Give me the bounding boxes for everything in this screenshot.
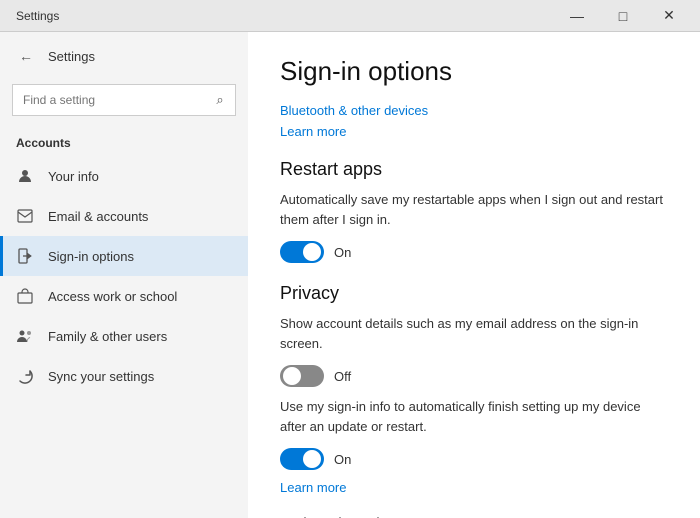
privacy-toggle1[interactable] (280, 365, 324, 387)
sidebar-item-email-accounts[interactable]: Email & accounts (0, 196, 248, 236)
search-icon: ⌕ (216, 92, 223, 108)
sidebar-item-label: Email & accounts (48, 209, 148, 224)
toggle-knob (303, 243, 321, 261)
sidebar-section-label: Accounts (0, 128, 248, 156)
privacy-toggle2[interactable] (280, 448, 324, 470)
sidebar-nav-top: ← Settings (0, 32, 248, 80)
back-button[interactable]: ← (12, 42, 40, 70)
sidebar-item-label: Family & other users (48, 329, 167, 344)
sidebar-item-family-users[interactable]: Family & other users (0, 316, 248, 356)
sidebar-search: ⌕ (12, 84, 236, 116)
privacy-toggle2-label: On (334, 452, 351, 467)
sign-in-icon (16, 247, 34, 265)
privacy-description1: Show account details such as my email ad… (280, 314, 668, 353)
privacy-toggle1-row: Off (280, 365, 668, 387)
email-icon (16, 207, 34, 225)
sidebar-item-sign-in[interactable]: Sign-in options (0, 236, 248, 276)
family-icon (16, 327, 34, 345)
sidebar-item-label: Access work or school (48, 289, 177, 304)
sidebar-item-label: Sync your settings (48, 369, 154, 384)
learn-more-top-link[interactable]: Learn more (280, 124, 668, 139)
maximize-button[interactable]: □ (600, 0, 646, 32)
privacy-title: Privacy (280, 283, 668, 304)
learn-more-privacy-link[interactable]: Learn more (280, 480, 668, 495)
title-bar-controls: — □ ✕ (554, 0, 692, 32)
search-input[interactable] (12, 84, 236, 116)
minimize-button[interactable]: — (554, 0, 600, 32)
bluetooth-link[interactable]: Bluetooth & other devices (280, 103, 668, 118)
sidebar: ← Settings ⌕ Accounts Your info (0, 32, 248, 518)
sidebar-item-access-work[interactable]: Access work or school (0, 276, 248, 316)
search-icon-button[interactable]: ⌕ (204, 84, 236, 116)
work-icon (16, 287, 34, 305)
privacy-description2: Use my sign-in info to automatically fin… (280, 397, 668, 436)
title-bar-title: Settings (16, 9, 554, 23)
sidebar-item-sync[interactable]: Sync your settings (0, 356, 248, 396)
toggle-knob (283, 367, 301, 385)
sidebar-item-your-info[interactable]: Your info (0, 156, 248, 196)
your-info-icon (16, 167, 34, 185)
restart-apps-toggle[interactable] (280, 241, 324, 263)
main-content: Sign-in options Bluetooth & other device… (248, 32, 700, 518)
title-bar: Settings — □ ✕ (0, 0, 700, 32)
restart-apps-toggle-row: On (280, 241, 668, 263)
privacy-toggle1-label: Off (334, 369, 351, 384)
toggle-knob (303, 450, 321, 468)
page-title: Sign-in options (280, 56, 668, 87)
sidebar-item-label: Sign-in options (48, 249, 134, 264)
privacy-toggle2-row: On (280, 448, 668, 470)
restart-apps-description: Automatically save my restartable apps w… (280, 190, 668, 229)
restart-apps-toggle-label: On (334, 245, 351, 260)
restart-apps-title: Restart apps (280, 159, 668, 180)
app-body: ← Settings ⌕ Accounts Your info (0, 32, 700, 518)
sidebar-item-label: Your info (48, 169, 99, 184)
close-button[interactable]: ✕ (646, 0, 692, 32)
sync-icon (16, 367, 34, 385)
sidebar-app-title: Settings (48, 49, 95, 64)
